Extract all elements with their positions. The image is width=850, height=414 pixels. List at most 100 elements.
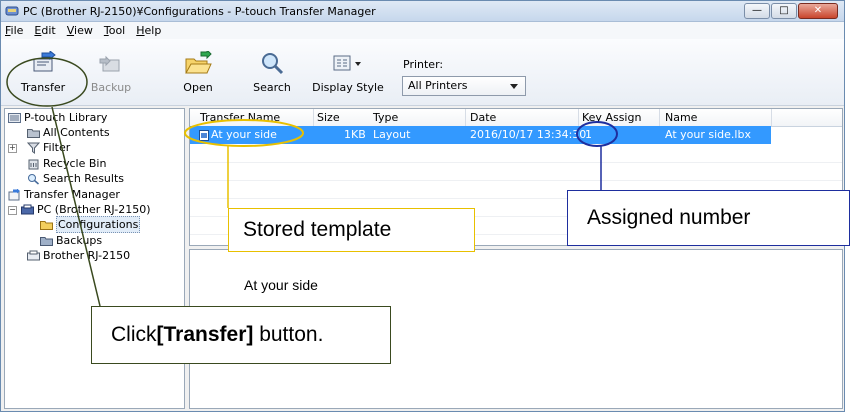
library-icon xyxy=(8,112,21,123)
minimize-icon: — xyxy=(752,5,762,16)
recycle-bin-icon xyxy=(28,159,39,169)
menu-file[interactable]: File xyxy=(5,24,23,37)
search-button[interactable]: Search xyxy=(241,51,303,94)
menu-tool[interactable]: Tool xyxy=(104,24,125,37)
tree-item-label: PC (Brother RJ-2150) xyxy=(37,203,151,216)
menu-view-rest: iew xyxy=(74,24,93,37)
tree-item-all-contents[interactable]: All Contents xyxy=(27,125,110,140)
tree-item-backups[interactable]: Backups xyxy=(40,233,102,248)
close-button[interactable]: ✕ xyxy=(798,3,838,19)
printer-label: Printer: xyxy=(403,58,444,71)
backup-label: Backup xyxy=(90,81,132,94)
open-label: Open xyxy=(183,81,213,94)
close-icon: ✕ xyxy=(813,5,823,16)
display-style-icon xyxy=(333,55,361,71)
maximize-button[interactable]: □ xyxy=(771,3,797,19)
window-controls: — □ ✕ xyxy=(744,3,838,19)
column-separator[interactable] xyxy=(578,109,579,126)
app-icon xyxy=(5,6,19,16)
column-separator[interactable] xyxy=(313,109,314,126)
click-transfer-callout: Click [Transfer] button. xyxy=(91,306,391,364)
cell-key-assign: 1 xyxy=(585,128,592,141)
column-header-size[interactable]: Size xyxy=(317,111,340,124)
open-button[interactable]: Open xyxy=(167,51,229,94)
filter-icon xyxy=(27,142,40,154)
transfer-icon xyxy=(33,51,56,72)
tree-item-ptouch-library[interactable]: P-touch Library xyxy=(8,110,107,125)
stored-template-callout: Stored template xyxy=(228,208,475,252)
folder-icon xyxy=(40,220,53,230)
search-label: Search xyxy=(253,81,291,94)
column-header-name[interactable]: Name xyxy=(665,111,697,124)
transfer-label: Transfer xyxy=(20,81,66,94)
menu-help[interactable]: Help xyxy=(136,24,161,37)
collapse-pc-icon[interactable]: − xyxy=(8,206,17,215)
folder-icon xyxy=(27,128,40,138)
menu-file-rest: ile xyxy=(10,24,24,37)
column-header-date[interactable]: Date xyxy=(470,111,496,124)
tree-item-label: Search Results xyxy=(43,172,125,185)
expand-filter-icon[interactable]: + xyxy=(8,144,17,153)
title-bar[interactable]: PC (Brother RJ-2150)¥Configurations - P-… xyxy=(1,1,844,22)
tree-item-configurations[interactable]: Configurations xyxy=(40,216,141,233)
table-row[interactable]: At your side 1KB Layout 2016/10/17 13:34… xyxy=(190,126,771,144)
display-style-button[interactable]: Display Style xyxy=(310,51,386,94)
tree-item-label: All Contents xyxy=(43,126,110,139)
tree-item-label: Recycle Bin xyxy=(43,157,107,170)
tree-item-search-results[interactable]: Search Results xyxy=(27,171,124,186)
stored-template-text: Stored template xyxy=(243,218,392,241)
menu-edit-rest: dit xyxy=(41,24,56,37)
column-header-transfer-name[interactable]: Transfer Name xyxy=(200,111,280,124)
folder-icon xyxy=(40,236,53,246)
transfer-button[interactable]: Transfer xyxy=(12,51,74,94)
menu-help-accel: H xyxy=(136,24,145,37)
assigned-number-text: Assigned number xyxy=(587,206,751,229)
cell-size: 1KB xyxy=(344,128,366,141)
tree-item-label: Filter xyxy=(43,141,71,154)
cell-transfer-name: At your side xyxy=(211,128,277,141)
column-header-type[interactable]: Type xyxy=(373,111,398,124)
printer-selected-value: All Printers xyxy=(408,79,468,92)
tree-item-filter[interactable]: Filter xyxy=(27,140,70,155)
magnifier-icon xyxy=(262,53,284,75)
tree-item-pc-brother[interactable]: PC (Brother RJ-2150) xyxy=(21,202,150,217)
menu-edit[interactable]: Edit xyxy=(34,24,55,37)
click-suffix-text: button. xyxy=(253,323,324,346)
tree-item-label: P-touch Library xyxy=(24,111,108,124)
menu-help-rest: elp xyxy=(144,24,162,37)
list-header: Transfer Name Size Type Date Key Assign … xyxy=(190,109,842,127)
menu-tool-rest: ool xyxy=(108,24,126,37)
open-folder-icon xyxy=(185,51,212,74)
chevron-down-icon xyxy=(510,84,518,89)
toolbar: Transfer Backup Open Search Display Styl… xyxy=(1,39,844,106)
transfer-manager-icon xyxy=(8,188,20,200)
column-separator[interactable] xyxy=(659,109,660,126)
assigned-number-callout: Assigned number xyxy=(567,190,850,246)
minimize-button[interactable]: — xyxy=(744,3,770,19)
tree-item-label: Brother RJ-2150 xyxy=(43,249,131,262)
tree-item-label: Transfer Manager xyxy=(24,188,120,201)
backup-button[interactable]: Backup xyxy=(80,51,142,94)
tree-item-brother-rj2150[interactable]: Brother RJ-2150 xyxy=(27,248,130,263)
printer-dropdown[interactable]: All Printers xyxy=(402,76,526,96)
tree-item-label: Configurations xyxy=(56,216,141,233)
tree-item-transfer-manager[interactable]: Transfer Manager xyxy=(8,187,120,202)
maximize-icon: □ xyxy=(779,5,789,16)
tree-item-recycle-bin[interactable]: Recycle Bin xyxy=(27,156,106,171)
backup-icon xyxy=(99,55,120,72)
menu-view[interactable]: View xyxy=(67,24,93,37)
column-separator[interactable] xyxy=(771,109,772,126)
cell-type: Layout xyxy=(373,128,411,141)
layout-file-icon xyxy=(199,130,209,141)
cell-name: At your side.lbx xyxy=(665,128,751,141)
menu-view-accel: V xyxy=(66,24,75,37)
window-title: PC (Brother RJ-2150)¥Configurations - P-… xyxy=(23,4,376,18)
display-style-label: Display Style xyxy=(312,81,384,94)
row-gridline xyxy=(190,180,842,181)
column-header-key-assign[interactable]: Key Assign xyxy=(582,111,641,124)
printer-icon xyxy=(27,250,40,260)
menu-bar: File Edit View Tool Help xyxy=(1,22,844,39)
click-prefix-text: Click xyxy=(111,323,157,346)
printer-icon xyxy=(21,204,34,214)
column-separator[interactable] xyxy=(465,109,466,126)
